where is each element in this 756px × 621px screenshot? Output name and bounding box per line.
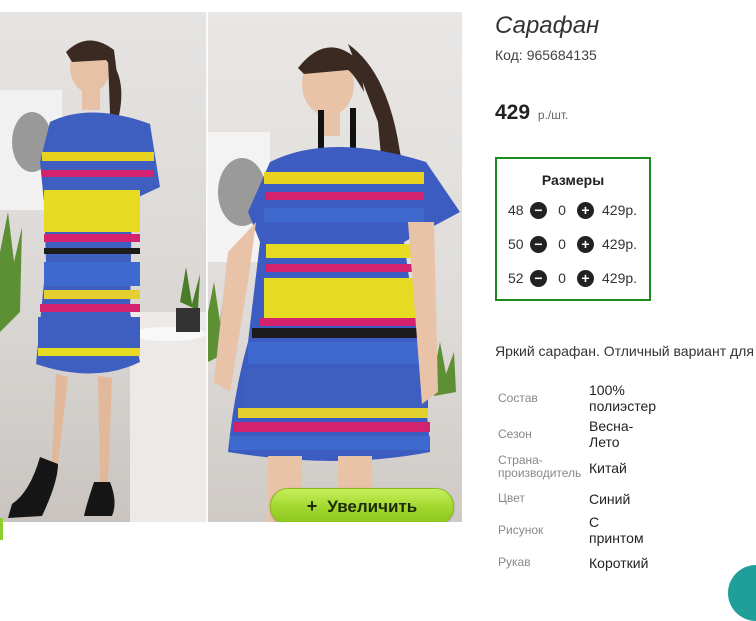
photo-illustration	[0, 40, 206, 522]
zoom-button[interactable]: + Увеличить	[270, 488, 454, 522]
minus-icon[interactable]: −	[530, 269, 547, 287]
sizes-box: Размеры 48 − 0 + 429р. 50 − 0 + 429р. 52…	[495, 157, 651, 301]
size-row-52: 52 − 0 + 429р.	[508, 268, 637, 288]
product-title: Сарафан	[495, 12, 600, 39]
size-row-48: 48 − 0 + 429р.	[508, 200, 637, 220]
product-code: Код: 965684135	[495, 47, 597, 63]
spec-label: Страна-производитель	[498, 453, 582, 480]
size-label: 48	[508, 202, 524, 218]
floating-action-button[interactable]	[728, 565, 756, 621]
spec-value: С принтом	[589, 514, 644, 546]
spec-label: Рисунок	[498, 523, 544, 537]
quantity-value[interactable]: 0	[547, 202, 577, 218]
product-photo-front-view[interactable]	[208, 12, 462, 522]
quantity-value[interactable]: 0	[547, 270, 577, 286]
size-price: 429р.	[602, 270, 638, 286]
spec-value: Весна-Лето	[589, 418, 634, 450]
plus-icon[interactable]: +	[577, 269, 594, 287]
photo-illustration	[208, 44, 460, 522]
spec-label: Сезон	[498, 427, 532, 441]
plus-icon[interactable]: +	[577, 201, 594, 219]
price-unit: р./шт.	[537, 108, 569, 122]
minus-icon[interactable]: −	[530, 235, 547, 253]
size-label: 52	[508, 270, 524, 286]
quantity-value[interactable]: 0	[547, 236, 577, 252]
spec-label: Рукав	[498, 555, 531, 569]
size-label: 50	[508, 236, 524, 252]
sizes-title: Размеры	[541, 172, 605, 188]
product-price: 429 р./шт.	[495, 101, 568, 125]
plus-icon: +	[306, 496, 318, 516]
spec-label: Цвет	[498, 491, 525, 505]
price-value: 429	[495, 101, 531, 124]
product-photo-side-view[interactable]	[0, 12, 206, 522]
spec-value: Китай	[589, 460, 627, 476]
minus-icon[interactable]: −	[530, 201, 547, 219]
size-row-50: 50 − 0 + 429р.	[508, 234, 637, 254]
product-code-value: 965684135	[526, 47, 597, 63]
product-code-label: Код:	[495, 47, 523, 63]
spec-label: Состав	[498, 391, 538, 405]
size-price: 429р.	[602, 202, 638, 218]
zoom-button-label: Увеличить	[327, 496, 418, 516]
product-description: Яркий сарафан. Отличный вариант для	[495, 343, 754, 359]
spec-value: 100% полиэстер	[589, 382, 657, 414]
spec-value: Короткий	[589, 555, 649, 571]
accent-bar	[0, 518, 3, 540]
size-price: 429р.	[602, 236, 638, 252]
plus-icon[interactable]: +	[577, 235, 594, 253]
spec-value: Синий	[589, 491, 631, 507]
product-gallery: + Увеличить	[0, 12, 462, 522]
